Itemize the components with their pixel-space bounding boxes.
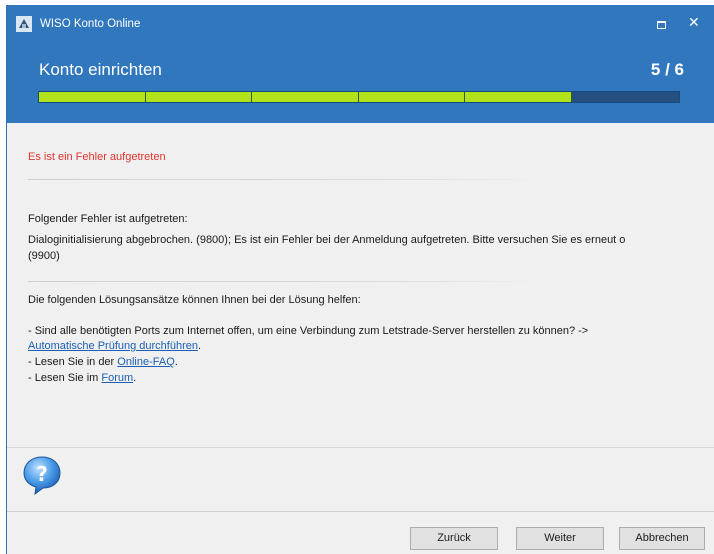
progress-segment-complete: [145, 92, 252, 102]
progress-segment-complete: [252, 92, 359, 102]
back-button[interactable]: Zurück: [410, 527, 498, 550]
page-title: Konto einrichten: [39, 60, 162, 79]
auto-check-link[interactable]: Automatische Prüfung durchführen: [28, 340, 198, 352]
progress-segment-complete: [358, 92, 465, 102]
error-intro: Folgender Fehler ist aufgetreten:: [28, 213, 188, 225]
solution-faq-text: - Lesen Sie in der: [28, 356, 118, 368]
window-title: WISO Konto Online: [40, 18, 141, 30]
error-detail-line2: (9900): [28, 250, 60, 262]
punctuation: .: [198, 340, 202, 352]
solution-faq: - Lesen Sie in der Online-FAQ.: [28, 355, 178, 370]
progress-bar: [38, 91, 680, 103]
progress-segment-remaining: [571, 92, 679, 102]
online-faq-link[interactable]: Online-FAQ: [117, 356, 174, 368]
solutions-intro: Die folgenden Lösungsansätze können Ihne…: [28, 294, 361, 306]
divider: [7, 447, 714, 448]
cancel-button[interactable]: Abbrechen: [619, 527, 705, 550]
divider: [28, 179, 548, 180]
progress-segment-complete: [465, 92, 572, 102]
solution-forum-text: - Lesen Sie im: [28, 372, 102, 384]
maximize-icon[interactable]: [657, 21, 666, 29]
wizard-window: WISO Konto Online ✕ Konto einrichten 5 /…: [6, 5, 714, 554]
solution-forum: - Lesen Sie im Forum.: [28, 371, 136, 386]
punctuation: .: [174, 356, 178, 368]
close-icon[interactable]: ✕: [688, 15, 700, 29]
punctuation: .: [133, 372, 137, 384]
error-heading: Es ist ein Fehler aufgetreten: [28, 151, 166, 163]
question-mark-icon[interactable]: ?: [21, 454, 63, 496]
next-button[interactable]: Weiter: [516, 527, 604, 550]
divider: [7, 511, 714, 512]
error-detail-line1: Dialoginitialisierung abgebrochen. (9800…: [28, 234, 626, 246]
solution-ports-line2: Automatische Prüfung durchführen.: [28, 339, 201, 354]
content-area: Es ist ein Fehler aufgetreten Folgender …: [7, 123, 714, 447]
divider: [28, 281, 548, 282]
app-icon: [16, 16, 32, 32]
svg-text:?: ?: [36, 462, 48, 486]
header-bar: WISO Konto Online ✕ Konto einrichten 5 /…: [7, 5, 714, 123]
step-indicator: 5 / 6: [650, 60, 684, 79]
forum-link[interactable]: Forum: [101, 372, 133, 384]
progress-segment-complete: [39, 92, 146, 102]
solution-ports-text: - Sind alle benötigten Ports zum Interne…: [28, 325, 589, 337]
